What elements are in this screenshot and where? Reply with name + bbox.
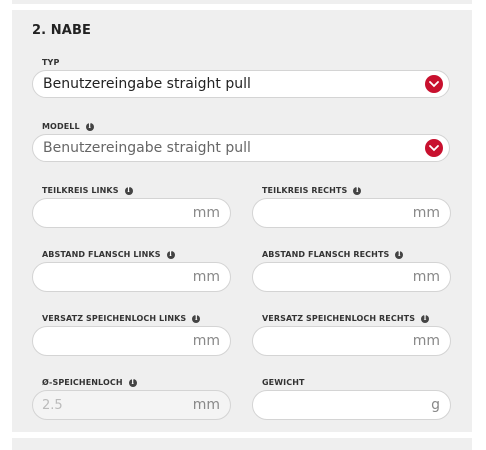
versatz-speichenloch-links-input[interactable]: mm — [32, 326, 231, 356]
typ-select[interactable]: Benutzereingabe straight pull — [32, 70, 450, 98]
versatz-speichenloch-rechts-label: VERSATZ SPEICHENLOCH RECHTS i — [262, 314, 430, 323]
info-icon[interactable]: i — [166, 250, 175, 259]
unit-label: mm — [412, 205, 440, 221]
info-icon[interactable]: i — [128, 378, 137, 387]
unit-label: mm — [192, 333, 220, 349]
unit-label: mm — [192, 397, 220, 413]
info-icon[interactable]: i — [353, 186, 362, 195]
info-icon[interactable]: i — [421, 314, 430, 323]
unit-label: mm — [412, 333, 440, 349]
chevron-down-icon[interactable] — [425, 75, 443, 93]
typ-label: TYP — [42, 58, 60, 67]
abstand-flansch-links-input[interactable]: mm — [32, 262, 231, 292]
info-icon[interactable]: i — [124, 186, 133, 195]
teilkreis-rechts-label: TEILKREIS RECHTS i — [262, 186, 362, 195]
teilkreis-rechts-input[interactable]: mm — [252, 198, 451, 228]
speichenloch-durchmesser-label: Ø-SPEICHENLOCH i — [42, 378, 137, 387]
unit-label: mm — [192, 205, 220, 221]
typ-select-value: Benutzereingabe straight pull — [43, 76, 251, 92]
modell-select-value: Benutzereingabe straight pull — [43, 140, 251, 156]
versatz-speichenloch-links-label: VERSATZ SPEICHENLOCH LINKS i — [42, 314, 201, 323]
teilkreis-links-label: TEILKREIS LINKS i — [42, 186, 133, 195]
info-icon[interactable]: i — [192, 314, 201, 323]
unit-label: g — [431, 397, 440, 413]
speichenloch-durchmesser-input: 2.5 mm — [32, 390, 231, 420]
chevron-down-icon[interactable] — [425, 139, 443, 157]
modell-select[interactable]: Benutzereingabe straight pull — [32, 134, 450, 162]
info-icon[interactable]: i — [85, 122, 94, 131]
info-icon[interactable]: i — [395, 250, 404, 259]
modell-label: MODELL i — [42, 122, 94, 131]
previous-section-edge — [12, 0, 472, 4]
abstand-flansch-links-label: ABSTAND FLANSCH LINKS i — [42, 250, 175, 259]
unit-label: mm — [412, 269, 440, 285]
section-title: 2. NABE — [32, 23, 91, 38]
gewicht-label: GEWICHT — [262, 378, 305, 387]
versatz-speichenloch-rechts-input[interactable]: mm — [252, 326, 451, 356]
hub-section: 2. NABE TYP Benutzereingabe straight pul… — [12, 10, 472, 432]
next-section-edge — [12, 438, 472, 450]
speichenloch-durchmesser-value: 2.5 — [42, 397, 63, 413]
abstand-flansch-rechts-label: ABSTAND FLANSCH RECHTS i — [262, 250, 404, 259]
teilkreis-links-input[interactable]: mm — [32, 198, 231, 228]
abstand-flansch-rechts-input[interactable]: mm — [252, 262, 451, 292]
unit-label: mm — [192, 269, 220, 285]
gewicht-input[interactable]: g — [252, 390, 451, 420]
